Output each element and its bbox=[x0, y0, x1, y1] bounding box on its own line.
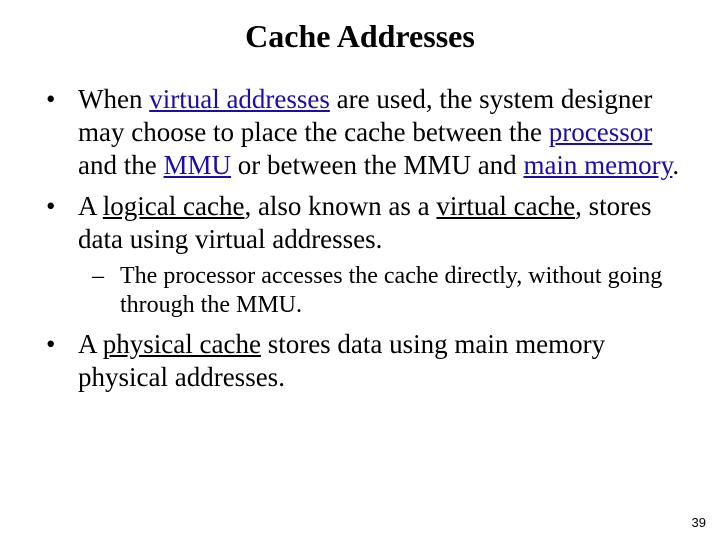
bullet-1: When virtual addresses are used, the sys… bbox=[74, 83, 680, 182]
link-main-memory[interactable]: main memory bbox=[523, 150, 672, 180]
page-number: 39 bbox=[692, 515, 706, 530]
link-mmu[interactable]: MMU bbox=[163, 150, 231, 180]
bullet-list: When virtual addresses are used, the sys… bbox=[40, 83, 680, 394]
slide: Cache Addresses When virtual addresses a… bbox=[0, 0, 720, 540]
text: The processor accesses the cache directl… bbox=[120, 263, 662, 318]
sub-bullet-list: The processor accesses the cache directl… bbox=[78, 262, 680, 321]
text: , also known as a bbox=[244, 191, 436, 221]
text: When bbox=[78, 84, 149, 114]
term-virtual-cache: virtual cache bbox=[436, 191, 575, 221]
link-processor[interactable]: processor bbox=[549, 117, 652, 147]
sub-bullet-1: The processor accesses the cache directl… bbox=[116, 262, 680, 321]
text: or between the MMU and bbox=[231, 150, 523, 180]
slide-title: Cache Addresses bbox=[40, 18, 680, 55]
text: . bbox=[672, 150, 679, 180]
bullet-2: A logical cache, also known as a virtual… bbox=[74, 190, 680, 320]
term-physical-cache: physical cache bbox=[103, 329, 261, 359]
term-logical-cache: logical cache bbox=[103, 191, 245, 221]
text: A bbox=[78, 191, 103, 221]
link-virtual-addresses[interactable]: virtual addresses bbox=[149, 84, 330, 114]
text: A bbox=[78, 329, 103, 359]
bullet-3: A physical cache stores data using main … bbox=[74, 328, 680, 394]
text: and the bbox=[78, 150, 163, 180]
